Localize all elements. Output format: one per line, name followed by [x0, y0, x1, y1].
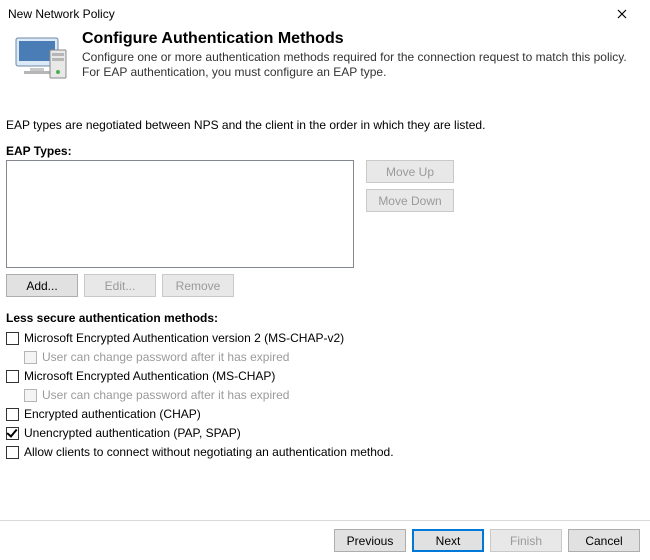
less-secure-label: Less secure authentication methods: [6, 311, 638, 325]
label-allow-none: Allow clients to connect without negotia… [24, 445, 394, 459]
body: EAP types are negotiated between NPS and… [0, 92, 650, 468]
move-down-button[interactable]: Move Down [366, 189, 454, 212]
check-mschapv2[interactable]: Microsoft Encrypted Authentication versi… [6, 329, 638, 347]
header: Configure Authentication Methods Configu… [0, 28, 650, 92]
titlebar: New Network Policy [0, 0, 650, 28]
next-button[interactable]: Next [412, 529, 484, 552]
header-graphic [14, 28, 74, 88]
finish-button[interactable]: Finish [490, 529, 562, 552]
label-mschap-sub: User can change password after it has ex… [42, 388, 289, 402]
move-up-button[interactable]: Move Up [366, 160, 454, 183]
check-mschap[interactable]: Microsoft Encrypted Authentication (MS-C… [6, 367, 638, 385]
label-mschap: Microsoft Encrypted Authentication (MS-C… [24, 369, 275, 383]
page-title: Configure Authentication Methods [82, 30, 640, 48]
negotiate-text: EAP types are negotiated between NPS and… [6, 118, 638, 132]
check-mschap-sub: User can change password after it has ex… [6, 386, 638, 404]
add-button[interactable]: Add... [6, 274, 78, 297]
edit-button[interactable]: Edit... [84, 274, 156, 297]
window-title: New Network Policy [8, 7, 115, 21]
server-monitor-icon [14, 28, 74, 88]
check-allow-none[interactable]: Allow clients to connect without negotia… [6, 443, 638, 461]
footer: Previous Next Finish Cancel [0, 520, 650, 560]
check-chap[interactable]: Encrypted authentication (CHAP) [6, 405, 638, 423]
check-pap[interactable]: Unencrypted authentication (PAP, SPAP) [6, 424, 638, 442]
label-pap: Unencrypted authentication (PAP, SPAP) [24, 426, 241, 440]
cancel-button[interactable]: Cancel [568, 529, 640, 552]
label-chap: Encrypted authentication (CHAP) [24, 407, 201, 421]
checkbox-pap[interactable] [6, 427, 19, 440]
eap-types-listbox[interactable] [6, 160, 354, 268]
checkbox-mschap-sub [24, 389, 37, 402]
eap-types-label: EAP Types: [6, 144, 638, 158]
label-mschapv2: Microsoft Encrypted Authentication versi… [24, 331, 344, 345]
check-mschapv2-sub: User can change password after it has ex… [6, 348, 638, 366]
close-icon [617, 9, 627, 19]
page-desc: Configure one or more authentication met… [82, 50, 640, 80]
checkbox-chap[interactable] [6, 408, 19, 421]
checkbox-mschap[interactable] [6, 370, 19, 383]
checkbox-mschapv2[interactable] [6, 332, 19, 345]
label-mschapv2-sub: User can change password after it has ex… [42, 350, 289, 364]
remove-button[interactable]: Remove [162, 274, 234, 297]
checkbox-allow-none[interactable] [6, 446, 19, 459]
previous-button[interactable]: Previous [334, 529, 406, 552]
close-button[interactable] [602, 0, 642, 28]
checkbox-mschapv2-sub [24, 351, 37, 364]
